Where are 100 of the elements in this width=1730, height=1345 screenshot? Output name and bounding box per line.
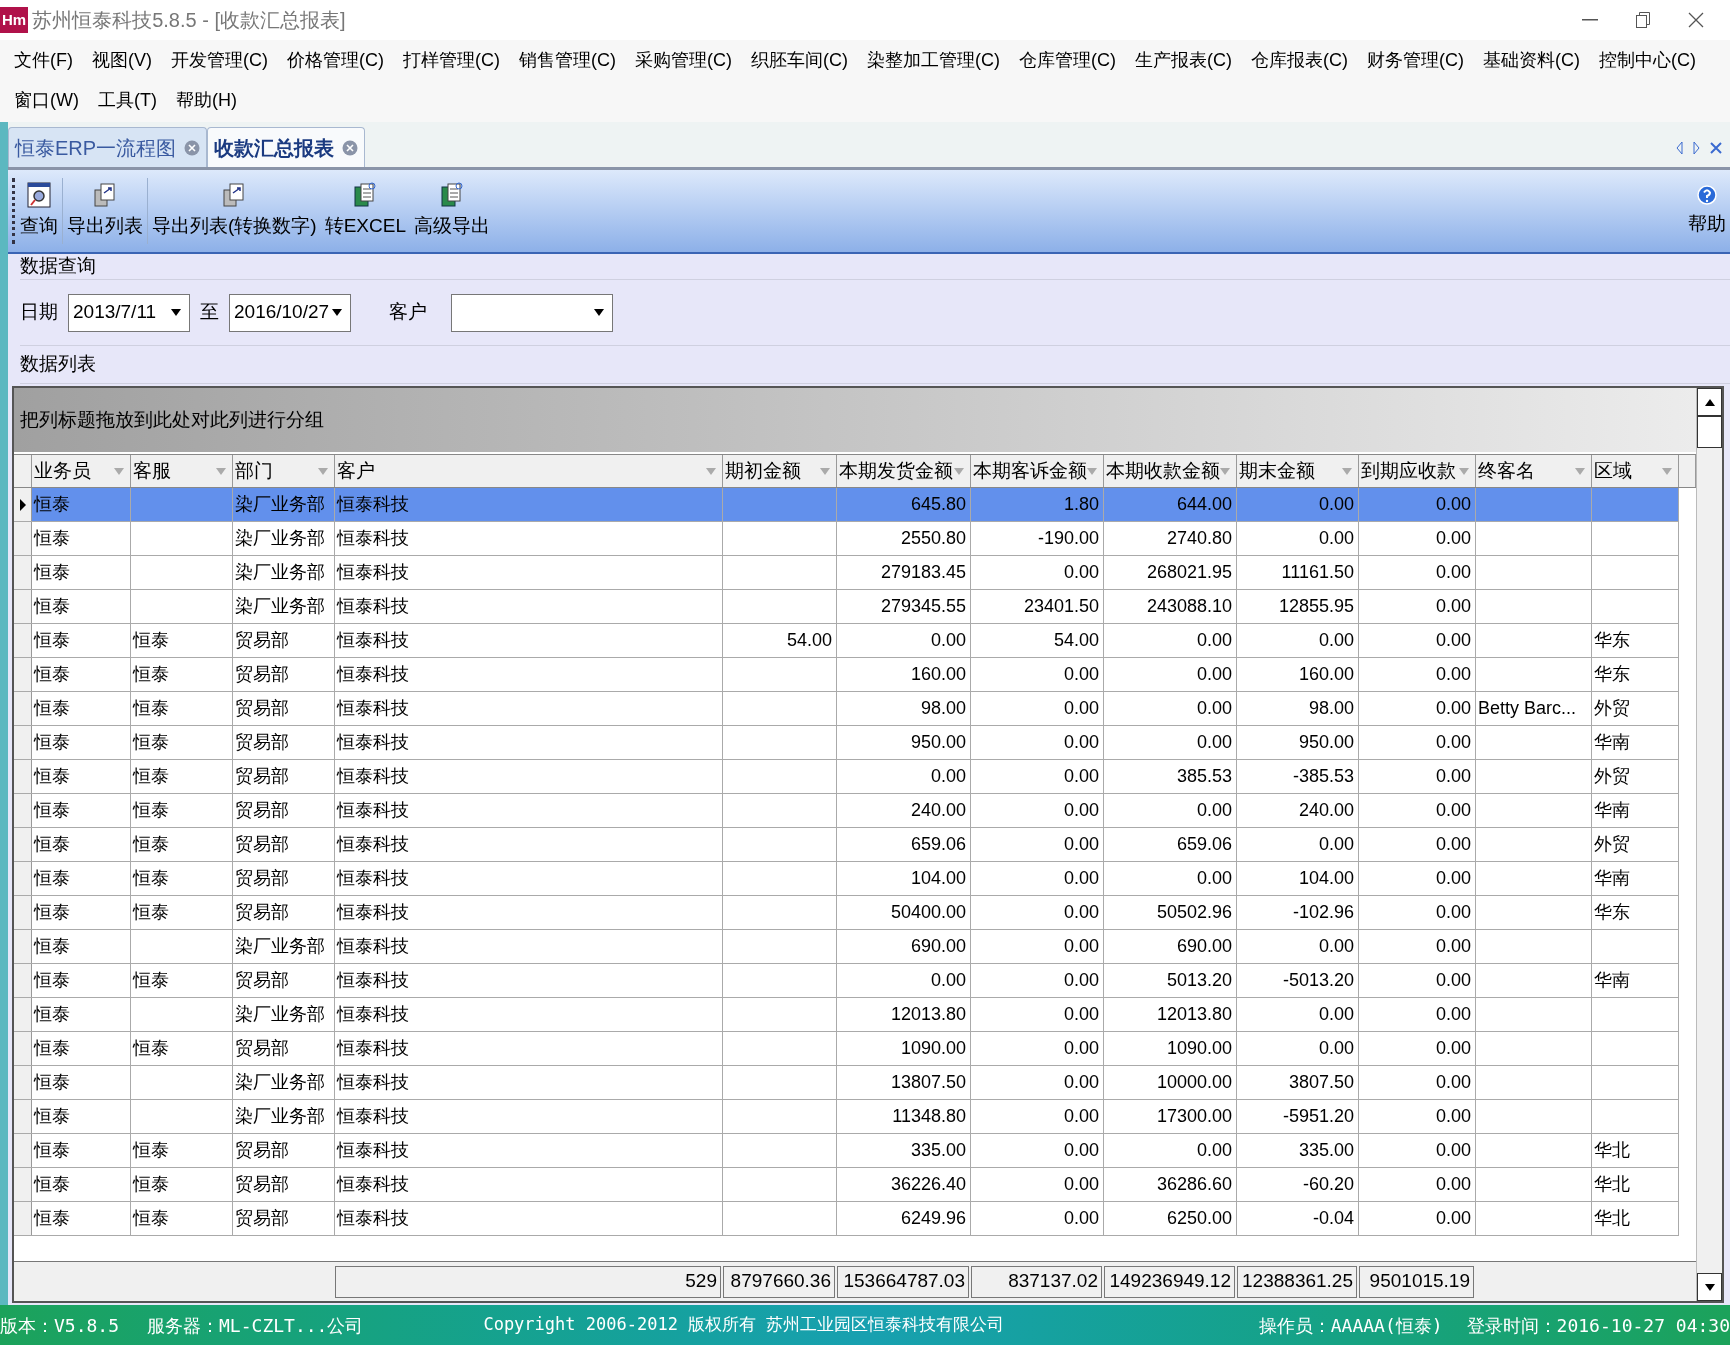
row-indicator-cell[interactable] — [14, 658, 32, 691]
table-row[interactable]: 恒泰 染厂业务部 恒泰科技 279183.45 0.00 268021.95 11161.50 0.00 — [14, 556, 1679, 590]
column-header[interactable]: 客户 — [335, 455, 723, 487]
menu-item[interactable]: 开发管理(C) — [171, 46, 268, 74]
row-indicator-cell[interactable] — [14, 964, 32, 997]
filter-arrow-icon[interactable] — [114, 467, 124, 475]
document-tab[interactable]: 恒泰ERP一流程图 — [8, 127, 208, 167]
filter-arrow-icon[interactable] — [1220, 467, 1230, 475]
scroll-up-button[interactable] — [1697, 388, 1722, 416]
table-row[interactable]: 恒泰 染厂业务部 恒泰科技 13807.50 0.00 10000.00 3807.50 0.00 — [14, 1066, 1679, 1100]
close-icon[interactable] — [1710, 142, 1722, 154]
row-indicator-cell[interactable] — [14, 522, 32, 555]
table-row[interactable]: 恒泰 恒泰 贸易部 恒泰科技 240.00 0.00 0.00 240.00 0.00 华南 — [14, 794, 1679, 828]
menu-item[interactable]: 窗口(W) — [14, 86, 79, 114]
document-tab[interactable]: 收款汇总报表 — [207, 127, 366, 167]
table-row[interactable]: 恒泰 恒泰 贸易部 恒泰科技 54.00 0.00 54.00 0.00 0.00 0.00 华东 — [14, 624, 1679, 658]
table-row[interactable]: 恒泰 恒泰 贸易部 恒泰科技 1090.00 0.00 1090.00 0.00 0.00 — [14, 1032, 1679, 1066]
row-indicator-cell[interactable] — [14, 590, 32, 623]
row-indicator-cell[interactable] — [14, 1202, 32, 1235]
menu-item[interactable]: 织胚车间(C) — [751, 46, 848, 74]
dropdown-arrow-icon[interactable] — [332, 309, 342, 316]
filter-arrow-icon[interactable] — [1575, 467, 1585, 475]
toolbar-button[interactable]: 查询 — [16, 170, 62, 252]
row-indicator-cell[interactable] — [14, 1168, 32, 1201]
column-header[interactable]: 期末金额 — [1237, 455, 1359, 487]
customer-dropdown[interactable] — [451, 293, 613, 332]
row-indicator-cell[interactable] — [14, 624, 32, 657]
menu-item[interactable]: 染整加工管理(C) — [867, 46, 1000, 74]
row-indicator-cell[interactable] — [14, 930, 32, 963]
menu-item[interactable]: 视图(V) — [92, 46, 152, 74]
help-button[interactable]: 帮助 — [1688, 170, 1726, 252]
dropdown-arrow-icon[interactable] — [171, 309, 181, 316]
filter-arrow-icon[interactable] — [954, 467, 964, 475]
scroll-down-button[interactable] — [1697, 1273, 1722, 1301]
menu-item[interactable]: 基础资料(C) — [1483, 46, 1580, 74]
column-header[interactable]: 期初金额 — [723, 455, 837, 487]
menu-item[interactable]: 仓库管理(C) — [1019, 46, 1116, 74]
row-indicator-cell[interactable] — [14, 1032, 32, 1065]
table-row[interactable]: 恒泰 恒泰 贸易部 恒泰科技 0.00 0.00 5013.20 -5013.20 0.00 华南 — [14, 964, 1679, 998]
table-row[interactable]: 恒泰 恒泰 贸易部 恒泰科技 335.00 0.00 0.00 335.00 0.00 华北 — [14, 1134, 1679, 1168]
menu-item[interactable]: 打样管理(C) — [403, 46, 500, 74]
row-indicator-cell[interactable] — [14, 828, 32, 861]
menu-item[interactable]: 工具(T) — [98, 86, 157, 114]
filter-arrow-icon[interactable] — [820, 467, 830, 475]
menu-item[interactable]: 生产报表(C) — [1135, 46, 1232, 74]
column-header[interactable]: 客服 — [131, 455, 233, 487]
close-tab-icon[interactable] — [184, 139, 201, 156]
toolbar-button[interactable]: 导出列表(转换数字) — [148, 170, 321, 252]
table-row[interactable]: 恒泰 恒泰 贸易部 恒泰科技 104.00 0.00 0.00 104.00 0.00 华南 — [14, 862, 1679, 896]
column-header[interactable]: 本期收款金额 — [1104, 455, 1237, 487]
table-row[interactable]: 恒泰 染厂业务部 恒泰科技 279345.55 23401.50 243088.10 12855.95 0.00 — [14, 590, 1679, 624]
table-row[interactable]: 恒泰 染厂业务部 恒泰科技 12013.80 0.00 12013.80 0.00 0.00 — [14, 998, 1679, 1032]
row-indicator-cell[interactable] — [14, 1134, 32, 1167]
row-indicator-cell[interactable] — [14, 726, 32, 759]
filter-arrow-icon[interactable] — [216, 467, 226, 475]
close-icon[interactable] — [1688, 12, 1704, 28]
column-header[interactable]: 到期应收款 — [1359, 455, 1476, 487]
menu-item[interactable]: 文件(F) — [14, 46, 73, 74]
date-field[interactable]: 2013/7/11 — [68, 293, 190, 332]
table-row[interactable]: 恒泰 恒泰 贸易部 恒泰科技 0.00 0.00 385.53 -385.53 0.00 外贸 — [14, 760, 1679, 794]
filter-arrow-icon[interactable] — [706, 467, 716, 475]
date-field[interactable]: 2016/10/27 — [229, 293, 351, 332]
scroll-left-icon[interactable] — [1676, 141, 1683, 155]
filter-arrow-icon[interactable] — [1087, 467, 1097, 475]
filter-arrow-icon[interactable] — [318, 467, 328, 475]
menu-item[interactable]: 控制中心(C) — [1599, 46, 1696, 74]
row-indicator-cell[interactable] — [14, 760, 32, 793]
table-row[interactable]: 恒泰 染厂业务部 恒泰科技 11348.80 0.00 17300.00 -5951.20 0.00 — [14, 1100, 1679, 1134]
row-indicator-cell[interactable] — [14, 794, 32, 827]
column-header[interactable]: 区域 — [1592, 455, 1679, 487]
vertical-scrollbar[interactable] — [1696, 388, 1722, 1301]
toolbar-button[interactable]: 导出列表 — [63, 170, 147, 252]
filter-arrow-icon[interactable] — [1662, 467, 1672, 475]
menu-item[interactable]: 财务管理(C) — [1367, 46, 1464, 74]
row-indicator-cell[interactable] — [14, 896, 32, 929]
filter-arrow-icon[interactable] — [1342, 467, 1352, 475]
table-row[interactable]: 恒泰 恒泰 贸易部 恒泰科技 950.00 0.00 0.00 950.00 0.00 华南 — [14, 726, 1679, 760]
menu-item[interactable]: 采购管理(C) — [635, 46, 732, 74]
table-row[interactable]: 恒泰 恒泰 贸易部 恒泰科技 6249.96 0.00 6250.00 -0.04 0.00 华北 — [14, 1202, 1679, 1236]
column-header[interactable]: 本期客诉金额 — [971, 455, 1104, 487]
table-row[interactable]: 恒泰 恒泰 贸易部 恒泰科技 36226.40 0.00 36286.60 -60.20 0.00 华北 — [14, 1168, 1679, 1202]
row-indicator-cell[interactable] — [14, 862, 32, 895]
menu-item[interactable]: 帮助(H) — [175, 86, 237, 114]
filter-arrow-icon[interactable] — [1459, 467, 1469, 475]
close-tab-icon[interactable] — [342, 139, 359, 156]
table-row[interactable]: 恒泰 恒泰 贸易部 恒泰科技 160.00 0.00 0.00 160.00 0.00 华东 — [14, 658, 1679, 692]
menu-item[interactable]: 仓库报表(C) — [1251, 46, 1348, 74]
column-header[interactable]: 本期发货金额 — [837, 455, 971, 487]
row-indicator-cell[interactable] — [14, 692, 32, 725]
row-indicator-cell[interactable] — [14, 488, 32, 521]
scroll-thumb[interactable] — [1697, 416, 1722, 448]
toolbar-button[interactable]: 转EXCEL — [320, 170, 410, 252]
column-header[interactable]: 部门 — [233, 455, 335, 487]
row-indicator-cell[interactable] — [14, 1066, 32, 1099]
table-row[interactable]: 恒泰 恒泰 贸易部 恒泰科技 98.00 0.00 0.00 98.00 0.00 Betty Barc... 外贸 — [14, 692, 1679, 726]
restore-icon[interactable] — [1636, 12, 1650, 28]
row-indicator-cell[interactable] — [14, 556, 32, 589]
menu-item[interactable]: 价格管理(C) — [287, 46, 384, 74]
dropdown-arrow-icon[interactable] — [594, 309, 604, 316]
table-row[interactable]: 恒泰 染厂业务部 恒泰科技 645.80 1.80 644.00 0.00 0.00 — [14, 488, 1679, 522]
